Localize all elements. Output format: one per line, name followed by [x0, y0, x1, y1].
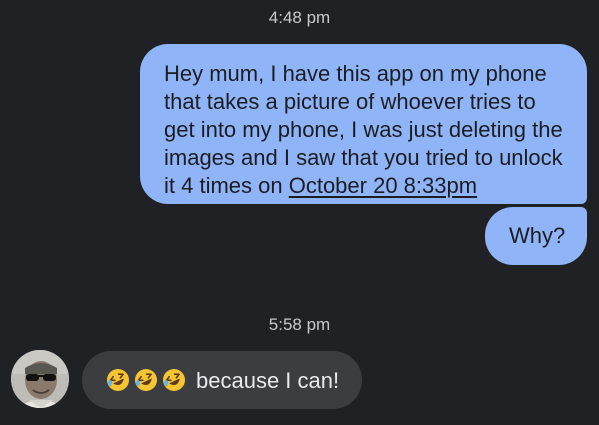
outgoing-message-bubble[interactable]: Hey mum, I have this app on my phone tha… — [140, 44, 587, 204]
message-line: images and I saw that you tried to unloc… — [164, 145, 563, 170]
message-text: Why? — [509, 223, 566, 248]
outgoing-message-bubble[interactable]: Why? — [485, 207, 587, 265]
message-line: Hey mum, I have this app on my phone — [164, 61, 547, 86]
avatar[interactable] — [11, 350, 69, 408]
message-text: because I can! — [196, 368, 340, 393]
rolling-on-floor-laughing-icon — [107, 369, 129, 391]
message-line: get into my phone, I was just deleting t… — [164, 117, 563, 142]
timestamp: 5:58 pm — [268, 315, 331, 334]
date-link[interactable]: October 20 8:33pm — [289, 173, 477, 198]
message-line: it 4 times on October 20 8:33pm — [164, 172, 569, 200]
message-text: it 4 times on — [164, 173, 289, 198]
message-line: that takes a picture of whoever tries to — [164, 89, 536, 114]
avatar-photo — [11, 350, 69, 408]
incoming-message-bubble[interactable]: because I can! — [82, 351, 362, 409]
timestamp: 4:48 pm — [268, 8, 331, 27]
rolling-on-floor-laughing-icon — [163, 369, 185, 391]
rolling-on-floor-laughing-icon — [135, 369, 157, 391]
